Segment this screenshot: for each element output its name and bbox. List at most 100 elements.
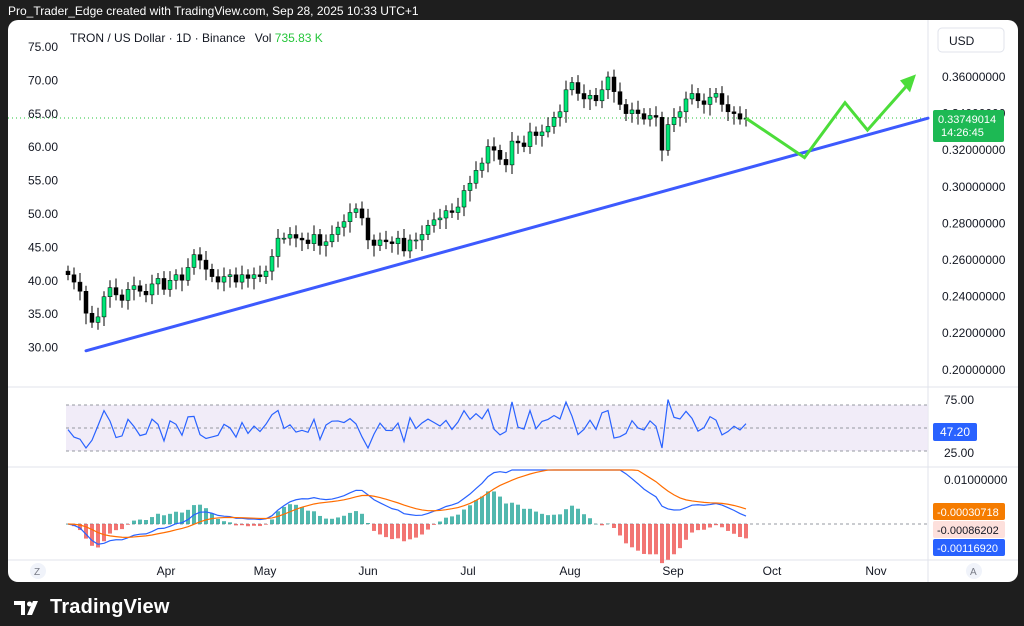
- candle-body: [299, 237, 305, 241]
- macd-histogram-bar: [660, 524, 664, 564]
- candle-body: [389, 241, 395, 244]
- macd-histogram-bar: [504, 503, 508, 524]
- candle-body: [551, 117, 557, 127]
- candle-body: [185, 267, 191, 281]
- macd-histogram-bar: [462, 509, 466, 524]
- right-axis-tick: 0.22000000: [942, 326, 1006, 340]
- macd-histogram-bar: [204, 508, 208, 524]
- macd-histogram-bar: [456, 514, 460, 524]
- candle-body: [65, 270, 71, 276]
- candle-body: [485, 146, 491, 164]
- macd-histogram-bar: [156, 513, 160, 524]
- candle-body: [617, 91, 623, 105]
- candle-body: [611, 76, 617, 92]
- candle-body: [635, 109, 641, 114]
- candle-body: [473, 170, 479, 184]
- macd-histogram-bar: [636, 524, 640, 551]
- rsi-value: 47.20: [940, 425, 970, 439]
- candle-body: [701, 100, 707, 105]
- candle-body: [173, 274, 179, 281]
- candle-body: [395, 237, 401, 244]
- candle-body: [689, 93, 695, 100]
- macd-histogram-bar: [654, 524, 658, 555]
- candle-body: [101, 296, 107, 318]
- macd-histogram-bar: [630, 524, 634, 548]
- candle-body: [521, 142, 527, 147]
- candle-body: [545, 126, 551, 133]
- macd-histogram-bar: [228, 522, 232, 524]
- macd-histogram-bar: [696, 524, 700, 531]
- candle-body: [371, 239, 377, 246]
- support-trendline[interactable]: [84, 116, 930, 353]
- macd-histogram-bar: [90, 524, 94, 546]
- macd-histogram-bar: [492, 491, 496, 524]
- candle-body: [497, 150, 503, 160]
- macd-histogram-bar: [372, 524, 376, 531]
- macd-histogram-bar: [438, 521, 442, 524]
- macd-histogram-bar: [186, 509, 190, 524]
- candle-body: [227, 274, 233, 277]
- left-axis-tick: 65.00: [28, 107, 58, 121]
- symbol-title: TRON / US Dollar · 1D · Binance Vol 735.…: [70, 31, 323, 45]
- candle-body: [641, 113, 647, 120]
- macd-histogram-bar: [222, 521, 226, 524]
- candle-body: [359, 208, 365, 219]
- macd-histogram-bar: [414, 524, 418, 538]
- candle-body: [569, 82, 575, 91]
- candle-body: [713, 93, 719, 98]
- candle-body: [329, 234, 335, 243]
- macd-histogram-bar: [348, 512, 352, 524]
- candle-body: [461, 190, 467, 208]
- macd-histogram-bar: [576, 508, 580, 524]
- macd-histogram-bar: [276, 511, 280, 524]
- candle-body: [527, 131, 533, 147]
- candle-body: [725, 104, 731, 113]
- macd-histogram-bar: [282, 506, 286, 524]
- time-axis-tick: May: [254, 564, 277, 578]
- macd-histogram-bar: [168, 513, 172, 524]
- candle-body: [707, 96, 713, 105]
- macd-histogram-bar: [174, 511, 178, 524]
- chart-canvas[interactable]: TRON / US Dollar · 1D · Binance Vol 735.…: [8, 20, 1018, 582]
- macd-histogram-bar: [306, 510, 310, 524]
- candle-body: [341, 221, 347, 228]
- candle-body: [239, 274, 245, 283]
- chart-panel[interactable]: TRON / US Dollar · 1D · Binance Vol 735.…: [8, 20, 1018, 582]
- macd-histogram-bar: [564, 509, 568, 524]
- left-axis-tick: 45.00: [28, 240, 58, 254]
- candle-body: [365, 217, 371, 241]
- tradingview-logo: TradingView: [14, 596, 170, 619]
- svg-text:-0.00116920: -0.00116920: [937, 543, 998, 555]
- candle-body: [143, 291, 149, 296]
- candle-body: [419, 234, 425, 241]
- candle-body: [581, 93, 587, 100]
- macd-histogram-bar: [264, 524, 268, 525]
- candle-body: [605, 76, 611, 91]
- candle-body: [377, 239, 383, 246]
- right-axis-tick: 0.28000000: [942, 216, 1006, 230]
- macd-histogram-bar: [624, 524, 628, 544]
- candle-body: [233, 274, 239, 283]
- candle-body: [491, 146, 497, 151]
- candle-body: [245, 274, 251, 279]
- candlestick-series: [65, 69, 749, 330]
- candle-body: [731, 111, 737, 114]
- macd-histogram-bar: [360, 513, 364, 524]
- right-axis-tick: 0.24000000: [942, 290, 1006, 304]
- macd-histogram-bar: [474, 500, 478, 524]
- candle-body: [593, 95, 599, 102]
- macd-histogram-bar: [516, 504, 520, 524]
- time-axis-tick: Aug: [559, 564, 580, 578]
- rsi-tick-75: 75.00: [944, 393, 974, 407]
- candle-body: [323, 241, 329, 246]
- macd-histogram-bar: [498, 496, 502, 524]
- candle-body: [665, 124, 671, 151]
- candle-body: [563, 89, 569, 113]
- time-axis: Apr May Jun Jul Aug Sep Oct Nov: [157, 564, 887, 578]
- macd-histogram-bar: [234, 524, 238, 526]
- macd-histogram-bar: [162, 515, 166, 524]
- left-axis-tick: 75.00: [28, 40, 58, 54]
- macd-histogram-bar: [144, 520, 148, 524]
- candle-body: [317, 234, 323, 246]
- candle-body: [155, 278, 161, 285]
